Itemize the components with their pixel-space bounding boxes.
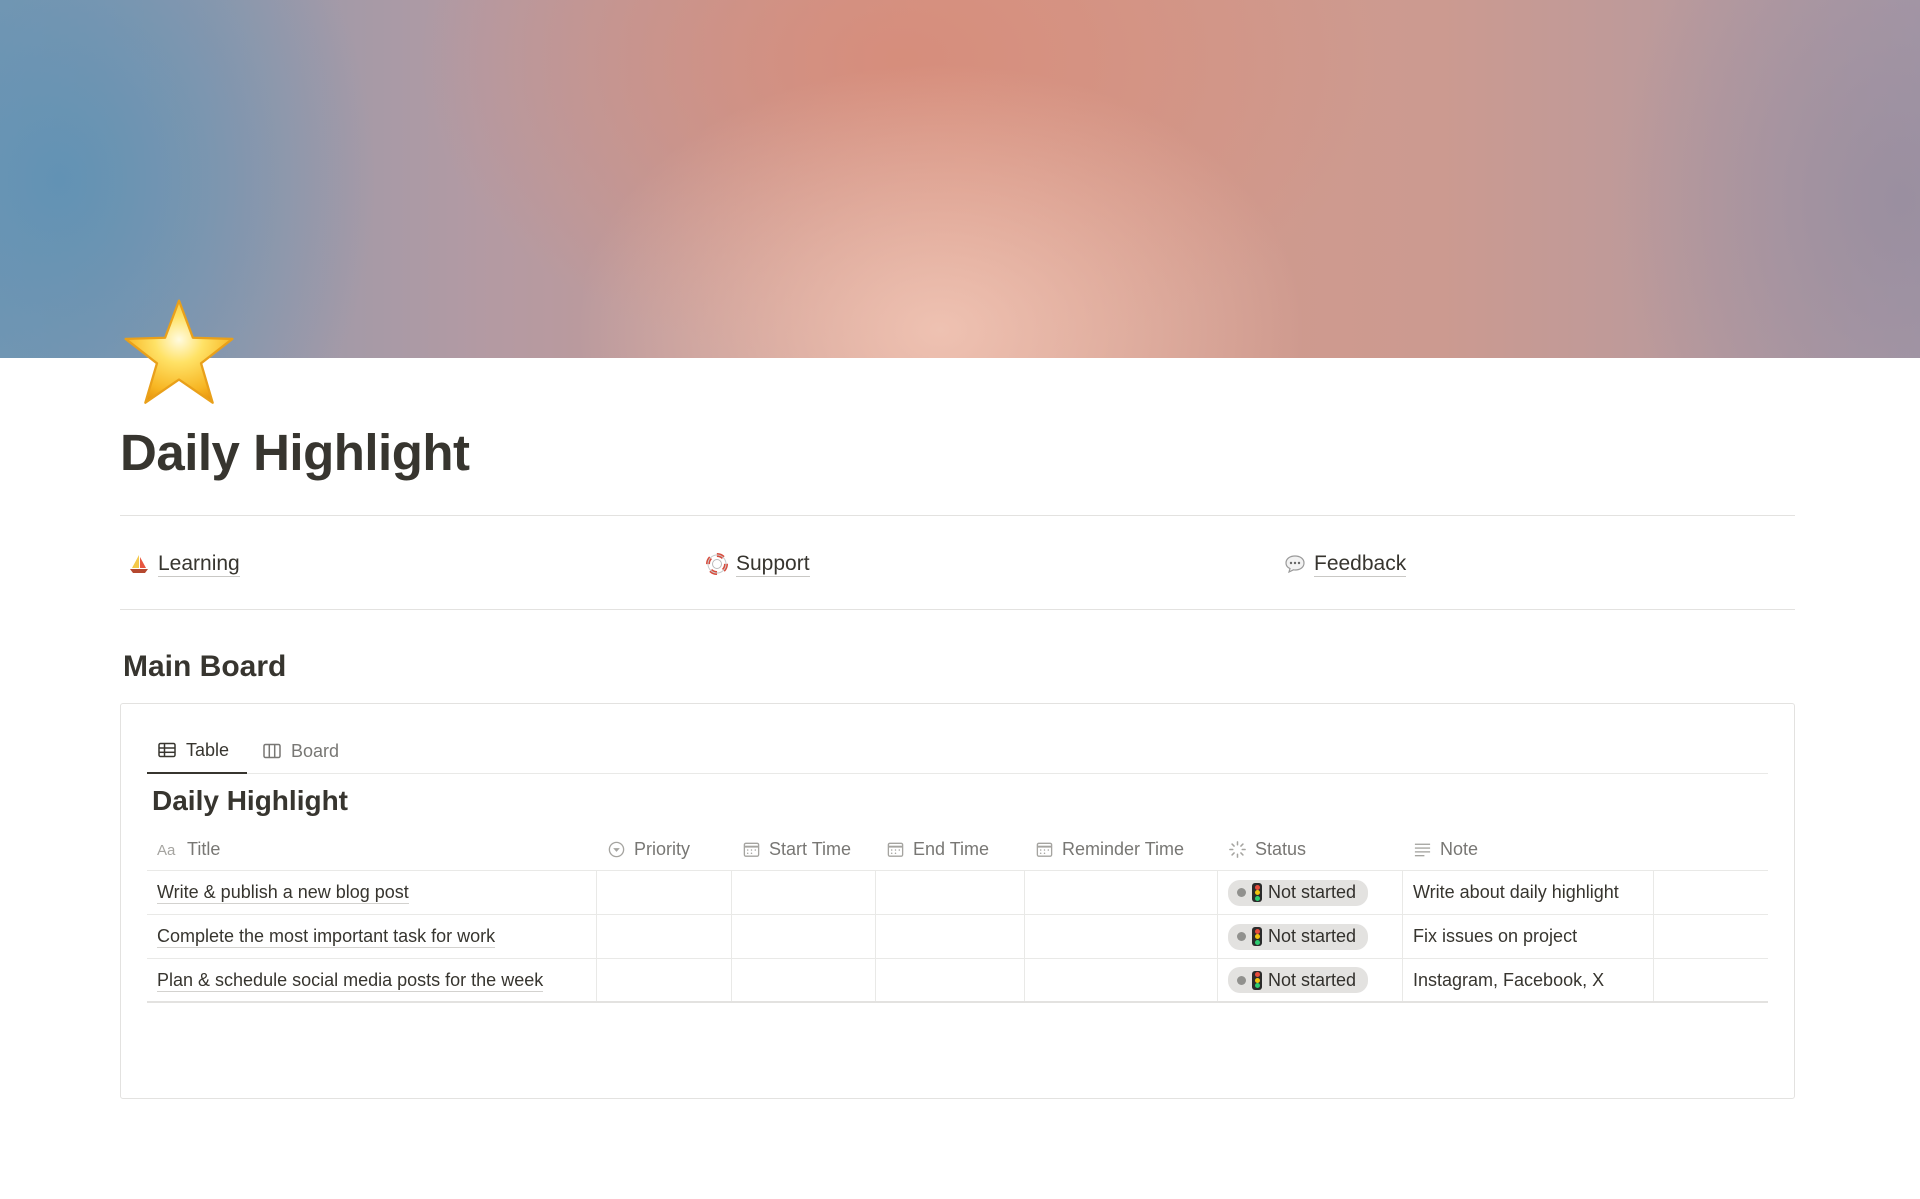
speech-bubble-icon — [1284, 553, 1306, 575]
database-title[interactable]: Daily Highlight — [152, 785, 348, 817]
table-header: Aa Title Priority Start Time End Time Re… — [147, 828, 1768, 871]
status-dot-icon — [1237, 888, 1246, 897]
column-header-label: Status — [1255, 838, 1307, 859]
calendar-icon — [743, 842, 760, 857]
cell-title[interactable]: Write & publish a new blog post — [147, 871, 597, 914]
column-header-label: Title — [187, 838, 221, 859]
table-row[interactable]: Write & publish a new blog post Not star… — [147, 871, 1768, 915]
cell-title[interactable]: Complete the most important task for wor… — [147, 915, 597, 958]
select-icon — [608, 841, 625, 857]
cell-priority[interactable] — [597, 959, 732, 1001]
cell-reminder-time[interactable] — [1025, 959, 1218, 1001]
row-title-text: Plan & schedule social media posts for t… — [157, 969, 544, 992]
cell-empty — [1654, 959, 1768, 1001]
column-header-priority[interactable]: Priority — [597, 828, 732, 870]
column-header-label: Start Time — [769, 838, 852, 859]
cell-empty — [1654, 915, 1768, 958]
svg-text:Aa: Aa — [157, 842, 176, 859]
cover-image[interactable] — [0, 0, 1920, 358]
status-label: Not started — [1268, 926, 1357, 946]
link-row: Learning Support Feedback — [120, 544, 1795, 584]
cell-end-time[interactable] — [876, 915, 1025, 958]
table-icon — [158, 742, 176, 758]
status-badge[interactable]: Not started — [1228, 923, 1369, 950]
cell-start-time[interactable] — [732, 871, 876, 914]
status-badge[interactable]: Not started — [1228, 879, 1369, 906]
cell-title[interactable]: Plan & schedule social media posts for t… — [147, 959, 597, 1001]
support-link-label: Support — [736, 551, 810, 577]
star-icon[interactable] — [118, 296, 240, 412]
cell-reminder-time[interactable] — [1025, 871, 1218, 914]
row-title-text: Write & publish a new blog post — [157, 882, 409, 904]
cell-status[interactable]: Not started — [1218, 915, 1403, 958]
learning-link[interactable]: Learning — [128, 544, 240, 584]
tab-table-label: Table — [186, 739, 230, 760]
column-header-label: End Time — [913, 838, 990, 859]
column-header-end-time[interactable]: End Time — [876, 828, 1025, 870]
text-aa-icon: Aa — [157, 842, 176, 859]
column-header-label: Reminder Time — [1062, 838, 1185, 859]
divider — [120, 515, 1795, 516]
table-row[interactable]: Complete the most important task for wor… — [147, 915, 1768, 959]
page-title[interactable]: Daily Highlight — [120, 422, 470, 484]
cell-start-time[interactable] — [732, 915, 876, 958]
status-label: Not started — [1268, 969, 1357, 990]
calendar-icon — [887, 842, 904, 857]
sailboat-icon — [128, 553, 150, 575]
traffic-light-icon — [1252, 927, 1262, 946]
column-header-title[interactable]: Aa Title — [147, 828, 597, 870]
traffic-light-icon — [1252, 883, 1262, 902]
cell-note[interactable]: Fix issues on project — [1403, 915, 1654, 958]
tab-board-label: Board — [291, 740, 340, 761]
feedback-link[interactable]: Feedback — [1284, 544, 1407, 584]
feedback-link-label: Feedback — [1314, 551, 1407, 577]
board-icon — [263, 743, 281, 759]
status-label: Not started — [1268, 882, 1357, 902]
divider — [120, 609, 1795, 610]
column-header-note[interactable]: Note — [1403, 828, 1654, 870]
text-lines-icon — [1414, 843, 1431, 856]
cell-status[interactable]: Not started — [1218, 959, 1403, 1001]
cell-note[interactable]: Instagram, Facebook, X — [1403, 959, 1654, 1001]
database-table: Aa Title Priority Start Time End Time Re… — [147, 828, 1768, 1003]
cell-note[interactable]: Write about daily highlight — [1403, 871, 1654, 914]
status-dot-icon — [1237, 932, 1246, 941]
cell-empty — [1654, 871, 1768, 914]
cell-start-time[interactable] — [732, 959, 876, 1001]
column-header-start-time[interactable]: Start Time — [732, 828, 876, 870]
cell-priority[interactable] — [597, 915, 732, 958]
tab-board[interactable]: Board — [252, 728, 349, 774]
status-spinner-icon — [1229, 840, 1246, 858]
life-ring-icon — [706, 553, 728, 575]
support-link[interactable]: Support — [706, 544, 810, 584]
column-header-status[interactable]: Status — [1218, 828, 1403, 870]
traffic-light-icon — [1252, 970, 1262, 990]
cell-status[interactable]: Not started — [1218, 871, 1403, 914]
cell-reminder-time[interactable] — [1025, 915, 1218, 958]
row-title-text: Complete the most important task for wor… — [157, 926, 496, 948]
calendar-icon — [1036, 842, 1053, 857]
tab-table[interactable]: Table — [147, 728, 247, 774]
status-dot-icon — [1237, 975, 1246, 985]
column-header-reminder-time[interactable]: Reminder Time — [1025, 828, 1218, 870]
section-title[interactable]: Main Board — [123, 650, 286, 684]
view-tabs: Table Board — [147, 728, 1768, 774]
cell-end-time[interactable] — [876, 871, 1025, 914]
cell-priority[interactable] — [597, 871, 732, 914]
table-row[interactable]: Plan & schedule social media posts for t… — [147, 959, 1768, 1003]
cell-end-time[interactable] — [876, 959, 1025, 1001]
column-header-label: Priority — [634, 838, 691, 859]
status-badge[interactable]: Not started — [1228, 967, 1369, 993]
column-header-label: Note — [1440, 838, 1479, 859]
learning-link-label: Learning — [158, 551, 240, 577]
